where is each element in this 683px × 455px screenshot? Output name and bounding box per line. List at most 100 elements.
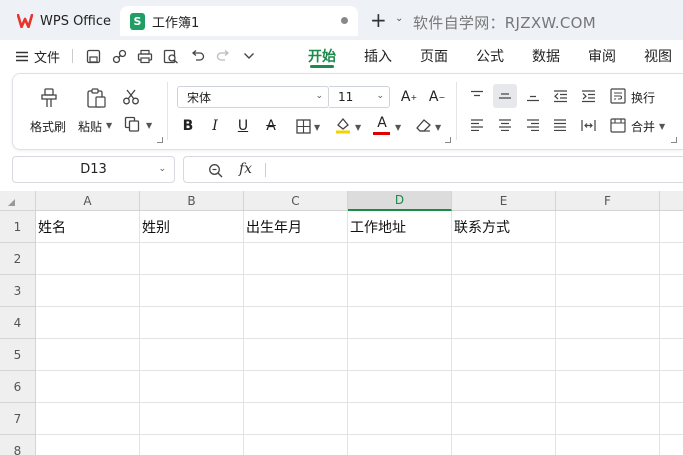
- new-tab-button[interactable]: +: [370, 10, 387, 30]
- grid-cell[interactable]: [348, 403, 452, 435]
- name-box[interactable]: D13 ⌄: [12, 156, 175, 183]
- grid-cell[interactable]: [556, 211, 660, 243]
- grid-cell[interactable]: [556, 275, 660, 307]
- grid-cell[interactable]: [36, 307, 140, 339]
- grid-cell[interactable]: [36, 243, 140, 275]
- merge-cells-icon[interactable]: [609, 116, 627, 134]
- grid-cell[interactable]: [556, 403, 660, 435]
- grid-cell[interactable]: [140, 307, 244, 339]
- bold-button[interactable]: B: [178, 116, 198, 136]
- spreadsheet-grid[interactable]: A B C D E F 1 2 3 4 5 6 7 8 姓名 姓别 出生年月 工作地址…: [0, 191, 683, 455]
- shrink-font-button[interactable]: A −: [427, 87, 447, 107]
- merge-chevron-icon[interactable]: ▼: [659, 122, 665, 131]
- grid-cell[interactable]: [244, 339, 348, 371]
- row-header-4[interactable]: 4: [0, 307, 36, 339]
- tab-page[interactable]: 页面: [420, 40, 448, 72]
- tab-list-chevron-icon[interactable]: ⌄: [395, 13, 403, 24]
- grid-cell[interactable]: [244, 403, 348, 435]
- tab-home[interactable]: 开始: [308, 40, 336, 72]
- format-painter-icon[interactable]: [37, 86, 61, 110]
- paste-label[interactable]: 粘贴: [78, 118, 102, 135]
- grid-cell[interactable]: [452, 339, 556, 371]
- grid-cell[interactable]: [36, 371, 140, 403]
- column-header-f[interactable]: F: [556, 191, 660, 211]
- grid-cell[interactable]: [140, 435, 244, 455]
- grid-cell[interactable]: [660, 243, 683, 275]
- grid-cell[interactable]: 联系方式: [452, 211, 556, 243]
- row-header-1[interactable]: 1: [0, 211, 36, 243]
- grid-cell[interactable]: [452, 371, 556, 403]
- align-right-icon[interactable]: [524, 117, 542, 133]
- strikethrough-button[interactable]: A: [261, 116, 281, 136]
- grid-cell[interactable]: [36, 339, 140, 371]
- font-name-combo[interactable]: 宋体 ⌄: [177, 86, 329, 108]
- zoom-search-icon[interactable]: [208, 163, 223, 181]
- paste-icon[interactable]: [84, 86, 108, 110]
- workbook-tab[interactable]: S 工作簿1: [120, 6, 358, 36]
- customize-toolbar-chevron-icon[interactable]: [240, 47, 258, 65]
- print-icon[interactable]: [136, 47, 154, 65]
- grid-cell[interactable]: [348, 371, 452, 403]
- row-header-3[interactable]: 3: [0, 275, 36, 307]
- grid-cell[interactable]: [140, 275, 244, 307]
- tab-view[interactable]: 视图: [644, 40, 672, 72]
- grid-cell[interactable]: [244, 243, 348, 275]
- grid-cell[interactable]: [556, 435, 660, 455]
- grid-cell[interactable]: [244, 371, 348, 403]
- grid-cell[interactable]: [348, 243, 452, 275]
- clear-format-eraser-icon[interactable]: [413, 116, 433, 134]
- align-center-icon[interactable]: [496, 117, 514, 133]
- align-left-icon[interactable]: [468, 117, 486, 133]
- grid-cell[interactable]: [660, 275, 683, 307]
- clear-format-chevron-icon[interactable]: ▼: [435, 123, 441, 132]
- tab-formula[interactable]: 公式: [476, 40, 504, 72]
- align-middle-icon[interactable]: [493, 84, 517, 108]
- grid-cell[interactable]: 姓别: [140, 211, 244, 243]
- grid-cell[interactable]: [36, 275, 140, 307]
- grid-cell[interactable]: [452, 403, 556, 435]
- grid-cell[interactable]: [348, 275, 452, 307]
- copy-icon[interactable]: [123, 115, 141, 133]
- font-name-chevron-icon[interactable]: ⌄: [315, 91, 323, 101]
- tab-review[interactable]: 审阅: [588, 40, 616, 72]
- row-header-8[interactable]: 8: [0, 435, 36, 455]
- row-header-2[interactable]: 2: [0, 243, 36, 275]
- row-header-7[interactable]: 7: [0, 403, 36, 435]
- grid-cell[interactable]: [244, 435, 348, 455]
- cut-icon[interactable]: [121, 87, 141, 107]
- column-header-b[interactable]: B: [140, 191, 244, 211]
- print-preview-icon[interactable]: [162, 47, 180, 65]
- insert-function-fx-icon[interactable]: fx: [239, 161, 252, 177]
- grid-cell[interactable]: [140, 339, 244, 371]
- formula-bar[interactable]: fx: [183, 156, 683, 183]
- save-icon[interactable]: [84, 47, 102, 65]
- format-painter-label[interactable]: 格式刷: [30, 118, 66, 135]
- grid-cell[interactable]: [660, 403, 683, 435]
- wrap-text-label[interactable]: 换行: [631, 89, 655, 106]
- grid-cell[interactable]: [348, 339, 452, 371]
- clipboard-dialog-launcher-icon[interactable]: [157, 137, 163, 143]
- border-icon[interactable]: [294, 117, 312, 135]
- wps-home-tab[interactable]: WPS Office: [6, 6, 114, 36]
- grid-cell[interactable]: [452, 307, 556, 339]
- grid-cell[interactable]: [348, 307, 452, 339]
- row-header-6[interactable]: 6: [0, 371, 36, 403]
- grid-cell[interactable]: [140, 403, 244, 435]
- select-all-corner[interactable]: [0, 191, 36, 211]
- font-color-button[interactable]: A: [372, 114, 392, 132]
- grid-cell[interactable]: [36, 435, 140, 455]
- alignment-dialog-launcher-icon[interactable]: [671, 137, 677, 143]
- grid-cell[interactable]: [140, 371, 244, 403]
- grid-cell[interactable]: [348, 435, 452, 455]
- grid-cell[interactable]: [556, 371, 660, 403]
- align-bottom-icon[interactable]: [524, 88, 542, 104]
- grid-cell[interactable]: [140, 243, 244, 275]
- decrease-indent-icon[interactable]: [551, 88, 569, 104]
- grid-cell[interactable]: 工作地址: [348, 211, 452, 243]
- underline-button[interactable]: U: [233, 116, 253, 136]
- name-box-chevron-icon[interactable]: ⌄: [158, 164, 166, 174]
- fill-color-chevron-icon[interactable]: ▼: [355, 123, 361, 132]
- column-header-d[interactable]: D: [348, 191, 452, 211]
- grid-cell[interactable]: [452, 243, 556, 275]
- tab-insert[interactable]: 插入: [364, 40, 392, 72]
